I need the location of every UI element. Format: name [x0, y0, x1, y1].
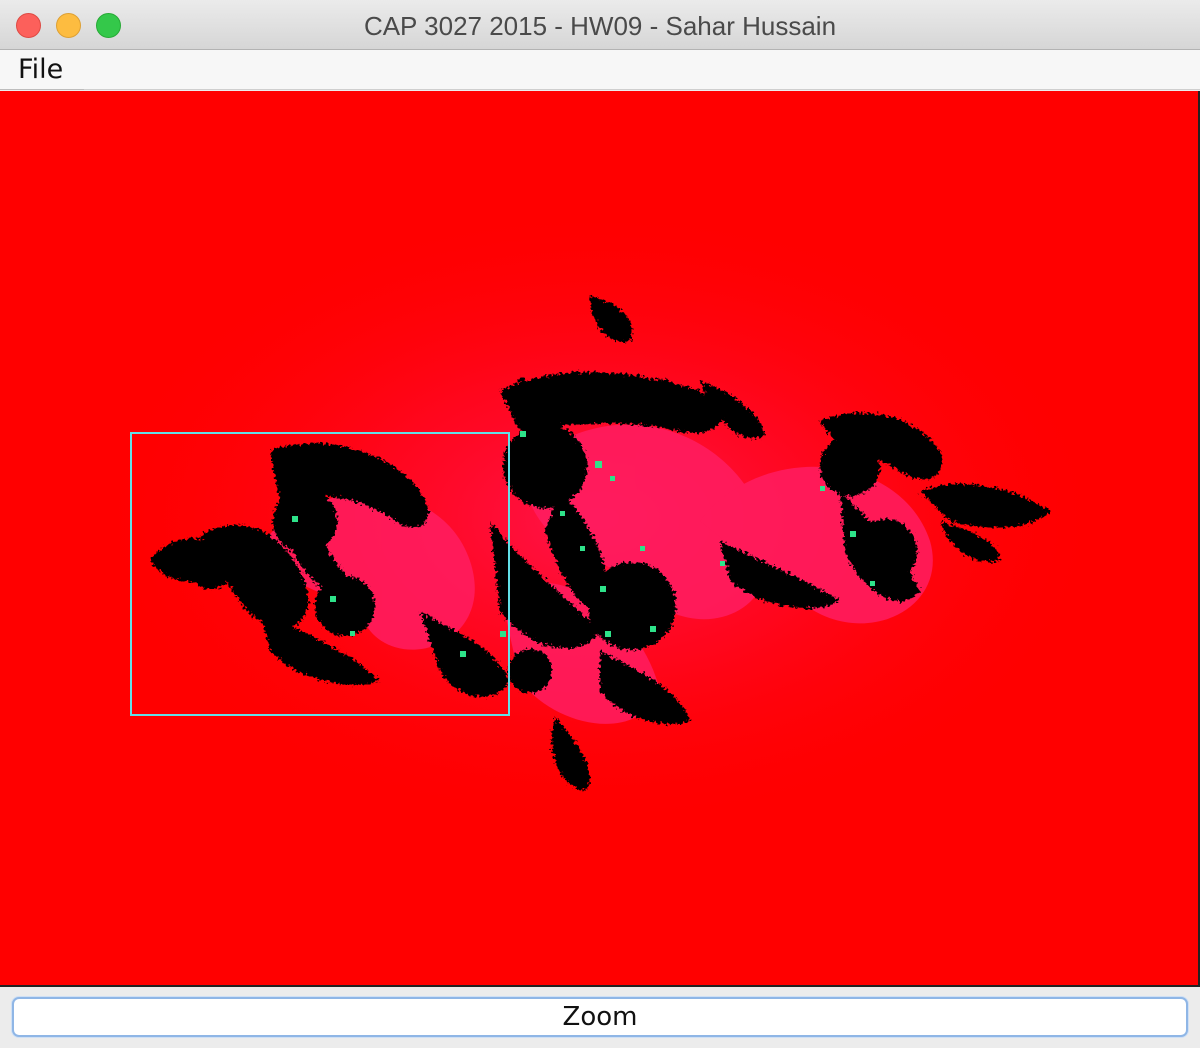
- window-title: CAP 3027 2015 - HW09 - Sahar Hussain: [363, 11, 837, 41]
- fractal-canvas[interactable]: [0, 91, 1200, 987]
- julia-set-fractal-image: [0, 91, 1198, 985]
- menu-file[interactable]: File: [0, 50, 84, 90]
- app-window: CAP 3027 2015 - HW09 - Sahar Hussain Fil…: [0, 0, 1200, 1048]
- bottom-bar: Zoom: [0, 989, 1200, 1048]
- menu-bar: File: [0, 50, 1200, 90]
- zoom-button[interactable]: Zoom: [12, 997, 1188, 1037]
- title-bar[interactable]: CAP 3027 2015 - HW09 - Sahar Hussain: [0, 0, 1200, 50]
